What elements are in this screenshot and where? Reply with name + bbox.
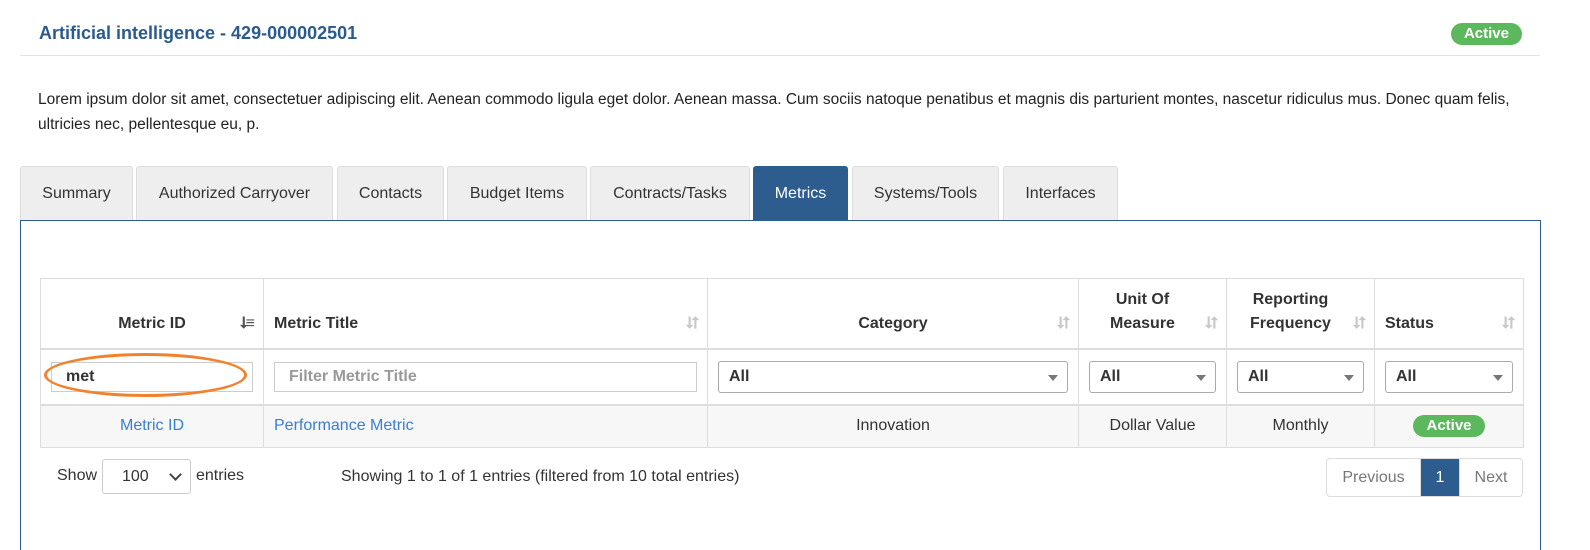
column-header-metric-id[interactable]: Metric ID ⭣≡ [40,278,264,350]
unit-cell: Dollar Value [1078,404,1227,448]
status-cell: Active [1374,404,1524,448]
tab-authorized-carryover[interactable]: Authorized Carryover [136,166,333,220]
column-header-metric-title[interactable]: Metric Title ⭣⭡ [263,278,708,350]
page-1-button[interactable]: 1 [1421,459,1459,496]
select-value: All [729,367,750,385]
select-value: All [1248,367,1269,385]
column-header-status[interactable]: Status ⭣⭡ [1374,278,1524,350]
filter-row: All All All [40,348,1524,406]
tab-contacts[interactable]: Contacts [337,166,444,220]
column-header-label: Reporting Frequency [1250,290,1331,332]
sort-both-icon[interactable]: ⭣⭡ [686,312,699,336]
category-filter-select[interactable]: All [718,360,1068,393]
page: Artificial intelligence - 429-000002501 … [0,0,1590,550]
select-value: All [1396,367,1417,385]
tab-budget-items[interactable]: Budget Items [447,166,587,220]
page-length-value: 100 [122,468,149,485]
table-row: Metric ID Performance Metric Innovation … [40,404,1524,448]
caret-down-icon [1048,374,1058,381]
sort-amount-asc-icon[interactable]: ⭣≡ [240,312,255,336]
status-badge: Active [1413,415,1485,438]
project-description: Lorem ipsum dolor sit amet, consectetuer… [38,91,1510,133]
table-info: Showing 1 to 1 of 1 entries (filtered fr… [341,468,740,485]
tab-contracts-tasks[interactable]: Contracts/Tasks [590,166,750,220]
sort-both-icon[interactable]: ⭣⭡ [1353,312,1366,336]
caret-down-icon [1493,374,1503,381]
page-length-select[interactable]: 100 [102,459,191,494]
chevron-down-icon [169,468,182,481]
unit-filter-select[interactable]: All [1089,360,1216,393]
column-header-label: Metric ID [118,314,186,332]
column-header-label: Status [1385,314,1434,332]
column-header-reporting-frequency[interactable]: Reporting Frequency ⭣⭡ [1226,278,1375,350]
filter-cell: All [1374,348,1524,406]
metric-id-filter-input[interactable] [51,361,253,392]
filter-cell: All [1226,348,1375,406]
tab-systems-tools[interactable]: Systems/Tools [852,166,999,220]
metric-title-filter-input[interactable] [274,361,697,392]
metric-title-link[interactable]: Performance Metric [274,417,414,434]
column-header-label: Metric Title [274,314,359,332]
filter-cell: All [1078,348,1227,406]
sort-both-icon[interactable]: ⭣⭡ [1057,312,1070,336]
frequency-cell: Monthly [1226,404,1375,448]
caret-down-icon [1344,374,1354,381]
category-cell: Innovation [707,404,1079,448]
filter-cell [40,348,264,406]
page-title: Artificial intelligence - 429-000002501 [39,23,358,43]
show-label: Show [57,467,98,484]
filter-cell: All [707,348,1079,406]
metric-id-link[interactable]: Metric ID [120,417,184,434]
sort-both-icon[interactable]: ⭣⭡ [1502,312,1515,336]
previous-page-button[interactable]: Previous [1327,459,1421,496]
pagination: Previous 1 Next [1326,458,1523,497]
column-header-label: Unit Of Measure [1110,290,1175,332]
status-filter-select[interactable]: All [1385,360,1513,393]
tab-summary[interactable]: Summary [20,166,133,220]
tab-metrics[interactable]: Metrics [753,166,848,220]
metrics-table: Metric ID ⭣≡ Metric Title ⭣⭡ Category ⭣⭡… [40,278,1524,448]
page-header: Artificial intelligence - 429-000002501 … [20,14,1540,56]
entries-label: entries [196,467,245,484]
caret-down-icon [1196,374,1206,381]
table-header-row: Metric ID ⭣≡ Metric Title ⭣⭡ Category ⭣⭡… [40,278,1524,350]
metric-title-cell: Performance Metric [263,404,708,448]
tab-interfaces[interactable]: Interfaces [1003,166,1118,220]
column-header-unit-of-measure[interactable]: Unit Of Measure ⭣⭡ [1078,278,1227,350]
metric-id-cell: Metric ID [40,404,264,448]
filter-cell [263,348,708,406]
status-badge: Active [1450,23,1522,45]
sort-both-icon[interactable]: ⭣⭡ [1205,312,1218,336]
column-header-category[interactable]: Category ⭣⭡ [707,278,1079,350]
select-value: All [1100,367,1121,385]
frequency-filter-select[interactable]: All [1237,360,1364,393]
next-page-button[interactable]: Next [1459,459,1522,496]
column-header-label: Category [858,314,928,332]
